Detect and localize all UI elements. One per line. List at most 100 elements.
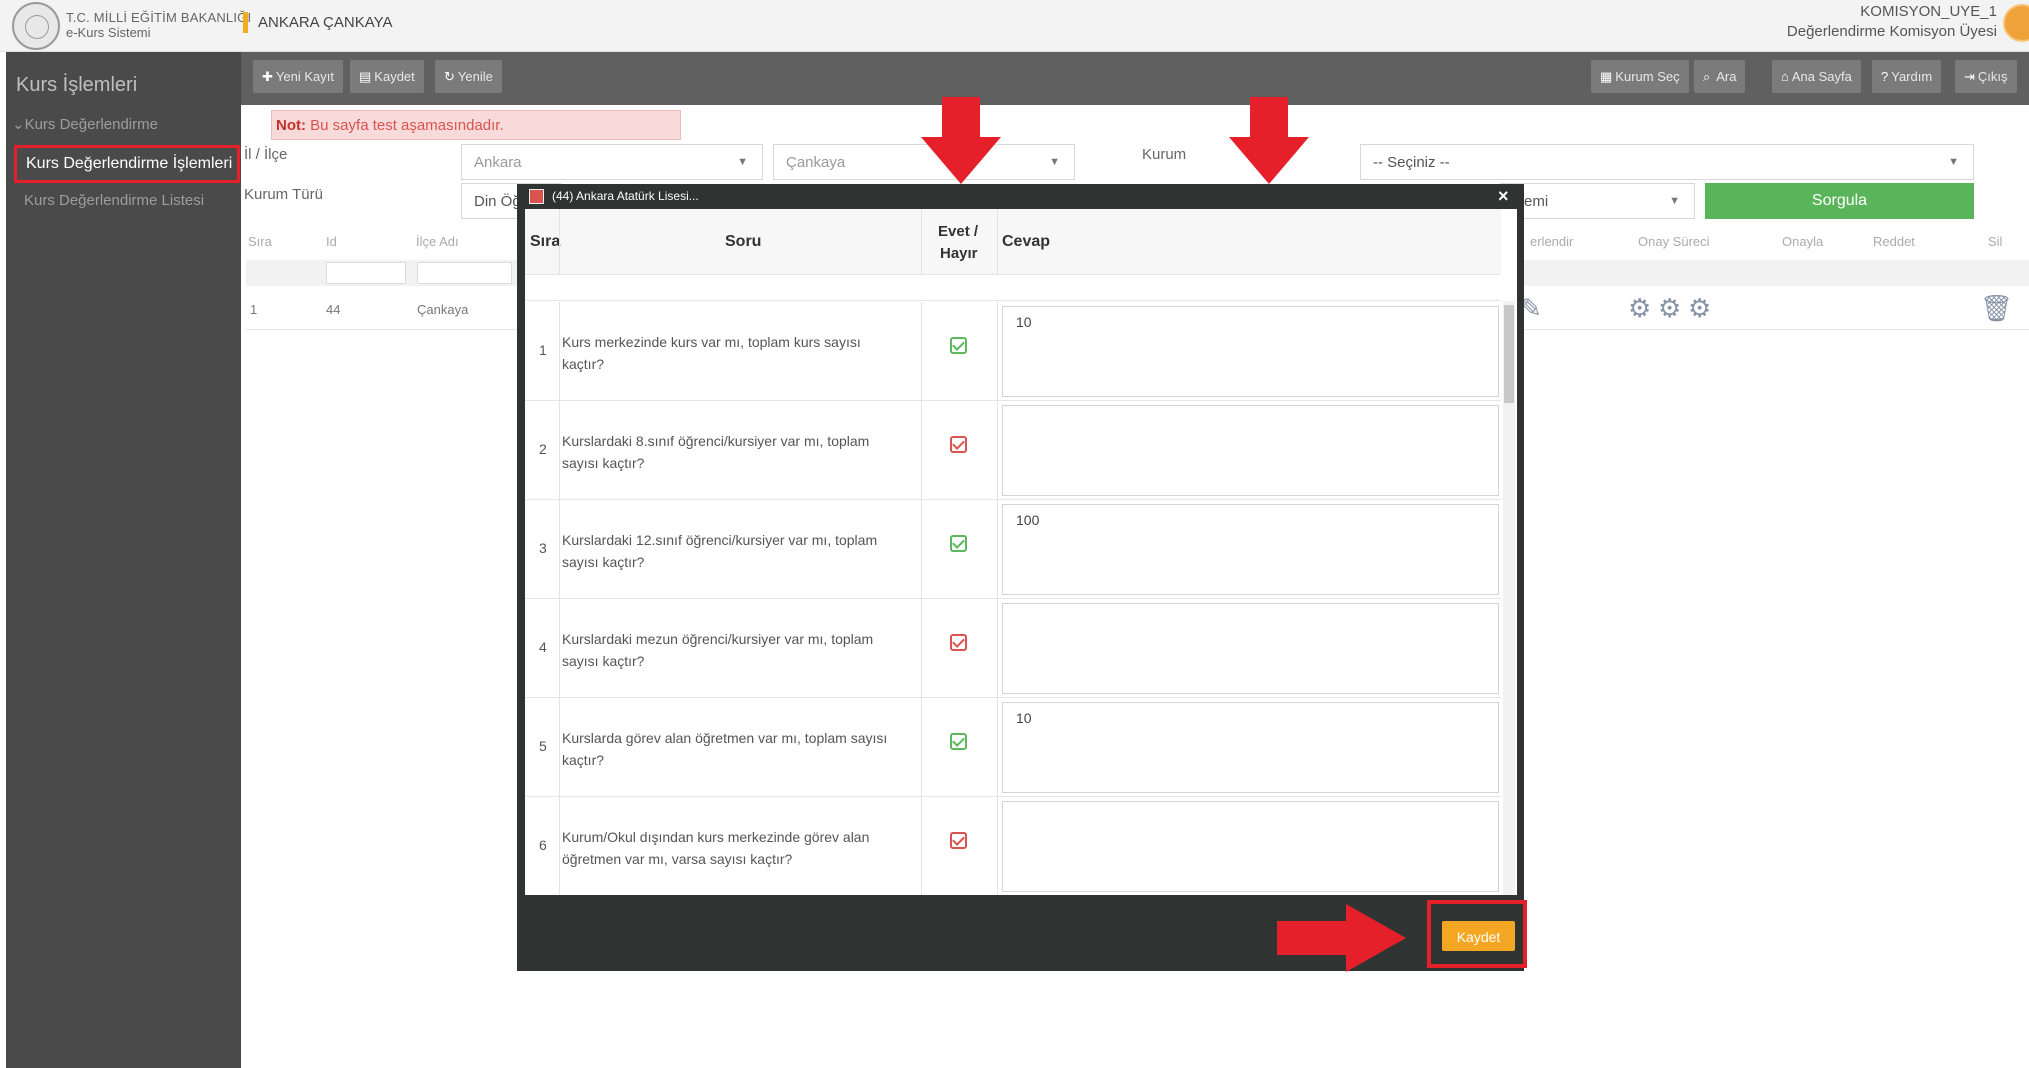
col-header-id[interactable]: Id xyxy=(326,234,337,249)
answer-input[interactable]: 10 xyxy=(1002,702,1499,793)
caret-down-icon: ▼ xyxy=(1669,195,1680,207)
col-header-onay-sureci[interactable]: Onay Süreci xyxy=(1638,234,1710,249)
modal-scrollbar[interactable] xyxy=(1503,301,1515,895)
cell-divider xyxy=(921,500,922,599)
user-name[interactable]: KOMISYON_UYE_1 xyxy=(1860,3,1997,20)
question-row: 6 Kurum/Okul dışından kurs merkezinde gö… xyxy=(525,797,1501,895)
il-value: Ankara xyxy=(474,154,522,171)
filter-id-input[interactable] xyxy=(326,262,406,284)
col-header-onayla[interactable]: Onayla xyxy=(1782,234,1823,249)
sidebar-item-degerlendirme-islemleri[interactable]: Kurs Değerlendirme İşlemleri xyxy=(14,145,240,183)
home-button[interactable]: ⌂ Ana Sayfa xyxy=(1772,60,1861,93)
user-role: Değerlendirme Komisyon Üyesi xyxy=(1786,23,1997,40)
logout-button[interactable]: ⇥ Çıkış xyxy=(1955,60,2017,93)
select-institution-label: Kurum Seç xyxy=(1615,69,1680,84)
cell-divider xyxy=(559,500,560,599)
check-yes-icon[interactable] xyxy=(950,733,967,750)
cell-divider xyxy=(559,302,560,401)
kurum-turu-value: Din Öğ xyxy=(474,193,521,210)
search-icon: ⌕ xyxy=(1703,69,1711,84)
filter-ilce-input[interactable] xyxy=(417,262,512,284)
modal-save-button[interactable]: Kaydet xyxy=(1442,921,1515,951)
il-ilce-label: İl / İlçe xyxy=(244,146,288,163)
new-record-label: Yeni Kayıt xyxy=(275,69,334,84)
check-yes-icon[interactable] xyxy=(950,337,967,354)
user-avatar[interactable] xyxy=(2003,4,2029,42)
location-marker xyxy=(243,12,248,33)
cell-divider xyxy=(997,698,998,797)
check-no-icon[interactable] xyxy=(950,436,967,453)
scrollbar-thumb[interactable] xyxy=(1504,305,1514,403)
question-number: 3 xyxy=(539,540,547,556)
check-no-icon[interactable] xyxy=(950,832,967,849)
refresh-label: Yenile xyxy=(457,69,493,84)
cell-divider xyxy=(997,797,998,895)
help-label: Yardım xyxy=(1891,69,1933,84)
toolbar: ✚ Yeni Kayıt ▤ Kaydet ↻ Yenile ▦ Kurum Seç ⌕… xyxy=(241,52,2029,105)
question-text: Kurslarda görev alan öğretmen var mı, to… xyxy=(562,730,888,768)
col-header-sil[interactable]: Sil xyxy=(1988,234,2002,249)
kurum-select[interactable]: -- Seçiniz -- ▼ xyxy=(1360,144,1974,180)
cell-divider xyxy=(997,599,998,698)
trash-icon[interactable]: 🗑 xyxy=(1980,293,2013,324)
close-icon[interactable]: × xyxy=(1498,186,1509,207)
check-yes-icon[interactable] xyxy=(950,535,967,552)
test-notice: Not: Bu sayfa test aşamasındadır. xyxy=(271,110,681,140)
refresh-icon: ↻ xyxy=(444,69,455,84)
secondary-select[interactable]: emi ▼ xyxy=(1500,183,1695,219)
col-hayir: Hayır xyxy=(940,245,978,262)
help-button[interactable]: ? Yardım xyxy=(1872,60,1942,93)
check-no-icon[interactable] xyxy=(950,634,967,651)
col-header-degerlendir[interactable]: erlendir xyxy=(1530,234,1573,249)
annotation-arrow-right-icon xyxy=(1346,904,1406,972)
sidebar-item-degerlendirme-listesi[interactable]: Kurs Değerlendirme Listesi xyxy=(24,192,204,209)
modal-table-header: Sıra Soru Evet / Hayır Cevap xyxy=(525,209,1501,275)
building-icon: ▦ xyxy=(1600,69,1613,84)
answer-input[interactable]: 10 xyxy=(1002,306,1499,397)
question-row: 5 Kurslarda görev alan öğretmen var mı, … xyxy=(525,698,1501,797)
col-soru: Soru xyxy=(725,233,762,250)
col-header-sira[interactable]: Sıra xyxy=(248,234,272,249)
question-number: 6 xyxy=(539,837,547,853)
question-row: 3 Kurslardaki 12.sınıf öğrenci/kursiyer … xyxy=(525,500,1501,599)
cell-divider xyxy=(921,698,922,797)
col-evet: Evet / xyxy=(938,223,979,240)
sidebar: Kurs İşlemleri ⌄Kurs Değerlendirme Kurs … xyxy=(6,52,241,1068)
answer-input[interactable]: 100 xyxy=(1002,504,1499,595)
sidebar-title: Kurs İşlemleri xyxy=(16,74,138,96)
gear-icon[interactable]: ⚙ xyxy=(1658,293,1681,324)
answer-input[interactable] xyxy=(1002,405,1499,496)
answer-input[interactable] xyxy=(1002,801,1499,892)
question-text: Kurslardaki 8.sınıf öğrenci/kursiyer var… xyxy=(562,433,870,471)
caret-down-icon: ▼ xyxy=(737,156,748,168)
top-header: T.C. MİLLİ EĞİTİM BAKANLIĞI e-Kurs Siste… xyxy=(0,0,2029,52)
question-row: 2 Kurslardaki 8.sınıf öğrenci/kursiyer v… xyxy=(525,401,1501,500)
save-toolbar-button[interactable]: ▤ Kaydet xyxy=(350,60,424,93)
ministry-name: T.C. MİLLİ EĞİTİM BAKANLIĞI xyxy=(66,10,252,25)
annotation-arrow-down-icon xyxy=(921,137,1001,184)
chevron-down-icon: ⌄ xyxy=(12,116,25,133)
approval-process-icon[interactable]: ⚙ xyxy=(1628,293,1651,324)
refresh-button[interactable]: ↻ Yenile xyxy=(435,60,502,93)
cell-divider xyxy=(921,302,922,401)
question-number: 4 xyxy=(539,639,547,655)
gear-icon[interactable]: ⚙ xyxy=(1688,293,1711,324)
question-number: 2 xyxy=(539,441,547,457)
col-header-reddet[interactable]: Reddet xyxy=(1873,234,1915,249)
query-button[interactable]: Sorgula xyxy=(1705,183,1974,219)
sidebar-group-kurs-degerlendirme[interactable]: ⌄Kurs Değerlendirme xyxy=(12,115,158,133)
row-id: 44 xyxy=(326,302,341,317)
search-button[interactable]: ⌕ Ara xyxy=(1694,60,1746,93)
col-header-ilce[interactable]: İlçe Adı xyxy=(416,234,459,249)
select-institution-button[interactable]: ▦ Kurum Seç xyxy=(1591,60,1689,93)
answer-input[interactable] xyxy=(1002,603,1499,694)
new-record-button[interactable]: ✚ Yeni Kayıt xyxy=(253,60,343,93)
annotation-arrow-down-icon xyxy=(1229,137,1309,184)
annotation-arrow-shaft xyxy=(1250,97,1288,139)
notice-label: Not: xyxy=(276,117,306,134)
il-select[interactable]: Ankara ▼ xyxy=(461,144,763,180)
kurum-turu-label: Kurum Türü xyxy=(244,186,323,203)
ilce-value: Çankaya xyxy=(786,154,846,171)
caret-down-icon: ▼ xyxy=(1948,156,1959,168)
kurum-value: -- Seçiniz -- xyxy=(1373,154,1450,171)
